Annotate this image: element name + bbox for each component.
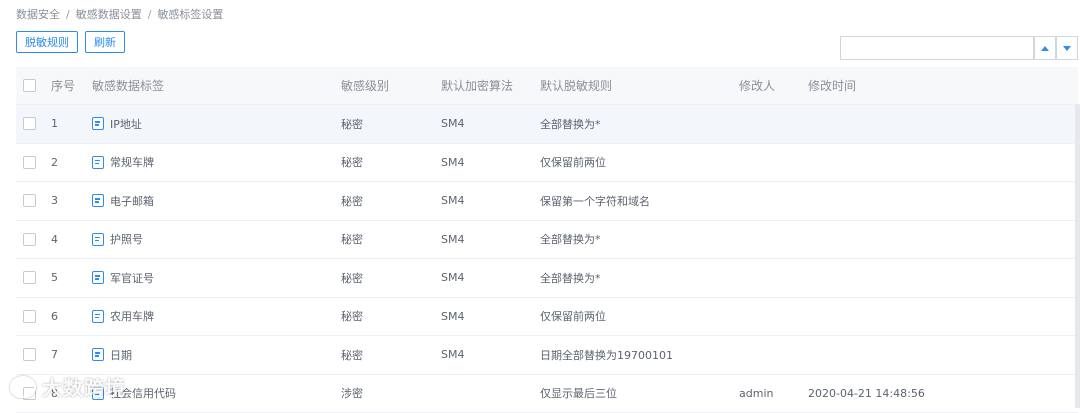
column-header-algorithm[interactable]: 默认加密算法 [441, 67, 513, 104]
breadcrumb-current: 敏感标签设置 [157, 8, 223, 21]
column-header-tag[interactable]: 敏感数据标签 [92, 67, 164, 104]
breadcrumb: 数据安全 / 敏感数据设置 / 敏感标签设置 [16, 6, 223, 22]
cell-rule: 日期全部替换为19700101 [540, 336, 673, 374]
column-header-level[interactable]: 敏感级别 [341, 67, 389, 104]
cell-algorithm: SM4 [441, 221, 464, 259]
table-header: 序号 敏感数据标签 敏感级别 默认加密算法 默认脱敏规则 修改人 修改时间 [16, 67, 1078, 105]
arrow-down-icon [1063, 46, 1071, 51]
breadcrumb-item[interactable]: 数据安全 [16, 8, 60, 21]
watermark: 大数跨境 [10, 372, 126, 401]
cell-modifier: admin [739, 375, 773, 413]
cell-algorithm: SM4 [441, 298, 464, 336]
cell-no: 3 [51, 182, 58, 220]
row-checkbox[interactable] [23, 310, 36, 323]
cell-algorithm: SM4 [441, 336, 464, 374]
cell-tag[interactable]: 护照号 [92, 221, 143, 259]
cell-rule: 仅显示最后三位 [540, 375, 617, 413]
cell-rule: 仅保留前两位 [540, 298, 606, 336]
cell-time: 2020-04-21 14:48:56 [808, 375, 925, 413]
watermark-text: 大数跨境 [42, 372, 126, 401]
cell-no: 2 [51, 144, 58, 182]
search-input[interactable] [840, 36, 1034, 60]
tag-icon [92, 194, 104, 207]
arrow-up-icon [1041, 46, 1049, 51]
cell-rule: 全部替换为* [540, 105, 601, 143]
cell-no: 4 [51, 221, 58, 259]
tag-label: 农用车牌 [110, 308, 154, 324]
cell-tag[interactable]: 电子邮箱 [92, 182, 154, 220]
tag-label: 日期 [110, 347, 132, 363]
breadcrumb-item[interactable]: 敏感数据设置 [76, 8, 142, 21]
row-checkbox[interactable] [23, 117, 36, 130]
row-checkbox[interactable] [23, 194, 36, 207]
breadcrumb-separator: / [148, 8, 152, 21]
table-row[interactable]: 5 军官证号 秘密 SM4 全部替换为* [16, 259, 1078, 298]
cell-level: 秘密 [341, 182, 363, 220]
tag-icon [92, 233, 104, 246]
sort-up-button[interactable] [1034, 36, 1056, 60]
cell-no: 5 [51, 259, 58, 297]
cell-tag[interactable]: 日期 [92, 336, 132, 374]
cell-tag[interactable]: 农用车牌 [92, 298, 154, 336]
cell-algorithm: SM4 [441, 182, 464, 220]
cell-no: 7 [51, 336, 58, 374]
cell-algorithm: SM4 [441, 259, 464, 297]
tag-icon [92, 348, 104, 361]
cell-rule: 保留第一个字符和域名 [540, 182, 650, 220]
tag-label: 军官证号 [110, 270, 154, 286]
desensitize-rules-button[interactable]: 脱敏规则 [16, 31, 78, 53]
watermark-logo-icon [10, 376, 36, 398]
cell-level: 涉密 [341, 375, 363, 413]
cell-rule: 全部替换为* [540, 259, 601, 297]
cell-rule: 全部替换为* [540, 221, 601, 259]
toolbar: 脱敏规则 刷新 [16, 31, 125, 53]
row-checkbox[interactable] [23, 348, 36, 361]
row-checkbox[interactable] [23, 271, 36, 284]
column-header-rule[interactable]: 默认脱敏规则 [540, 67, 612, 104]
cell-tag[interactable]: IP地址 [92, 105, 142, 143]
cell-rule: 仅保留前两位 [540, 144, 606, 182]
cell-tag[interactable]: 军官证号 [92, 259, 154, 297]
sensitive-tags-table: 序号 敏感数据标签 敏感级别 默认加密算法 默认脱敏规则 修改人 修改时间 1 I… [16, 67, 1078, 413]
column-header-no[interactable]: 序号 [51, 67, 75, 104]
refresh-button[interactable]: 刷新 [85, 31, 125, 53]
cell-level: 秘密 [341, 336, 363, 374]
tag-label: 电子邮箱 [110, 193, 154, 209]
cell-algorithm: SM4 [441, 105, 464, 143]
table-row[interactable]: 8社会信用代码涉密仅显示最后三位admin2020-04-21 14:48:56 [16, 375, 1078, 413]
tag-icon [92, 117, 104, 130]
select-all-checkbox[interactable] [23, 79, 36, 92]
column-header-modifier[interactable]: 修改人 [739, 67, 775, 104]
tag-icon [92, 156, 104, 169]
cell-level: 秘密 [341, 144, 363, 182]
table-row[interactable]: 7 日期 秘密 SM4 日期全部替换为19700101 [16, 336, 1078, 375]
tag-label: 常规车牌 [110, 154, 154, 170]
column-header-modified-time[interactable]: 修改时间 [808, 67, 856, 104]
cell-level: 秘密 [341, 298, 363, 336]
cell-level: 秘密 [341, 221, 363, 259]
vertical-scrollbar[interactable] [1075, 104, 1080, 408]
table-row[interactable]: 2 常规车牌 秘密 SM4 仅保留前两位 [16, 144, 1078, 183]
tag-icon [92, 310, 104, 323]
cell-algorithm: SM4 [441, 144, 464, 182]
tag-icon [92, 271, 104, 284]
table-row[interactable]: 1 IP地址 秘密 SM4 全部替换为* [16, 105, 1078, 144]
table-row[interactable]: 4 护照号 秘密 SM4 全部替换为* [16, 221, 1078, 260]
sort-down-button[interactable] [1056, 36, 1078, 60]
row-checkbox[interactable] [23, 233, 36, 246]
cell-no: 6 [51, 298, 58, 336]
cell-no: 1 [51, 105, 58, 143]
tag-label: IP地址 [110, 116, 142, 132]
table-row[interactable]: 3 电子邮箱 秘密 SM4 保留第一个字符和域名 [16, 182, 1078, 221]
tag-label: 护照号 [110, 231, 143, 247]
cell-level: 秘密 [341, 259, 363, 297]
breadcrumb-separator: / [66, 8, 70, 21]
row-checkbox[interactable] [23, 156, 36, 169]
cell-tag[interactable]: 常规车牌 [92, 144, 154, 182]
table-row[interactable]: 6 农用车牌 秘密 SM4 仅保留前两位 [16, 298, 1078, 337]
cell-level: 秘密 [341, 105, 363, 143]
